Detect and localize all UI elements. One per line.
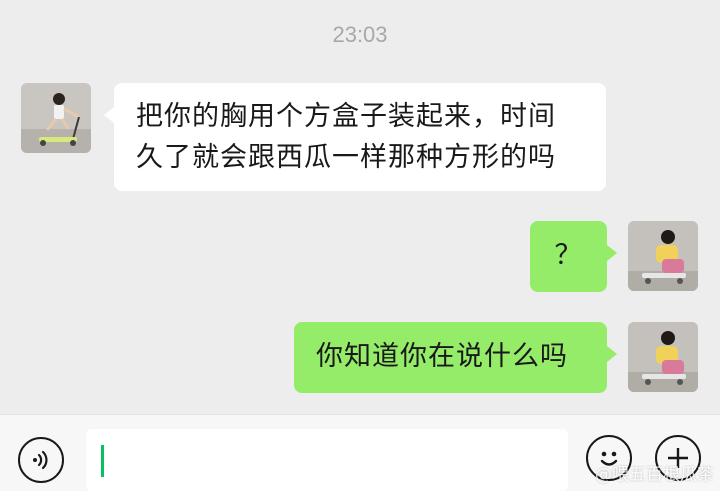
voice-icon bbox=[33, 450, 48, 470]
my-avatar-photo bbox=[628, 221, 698, 291]
contact-avatar[interactable] bbox=[21, 83, 91, 153]
message-text-line: 你知道你在说什么吗 bbox=[316, 341, 568, 372]
message-text-line: ？ bbox=[554, 240, 583, 271]
watermark: @喂五百根瓜茶 bbox=[595, 465, 714, 485]
sent-message-bubble[interactable]: ？ bbox=[530, 221, 617, 292]
contact-avatar-photo bbox=[21, 83, 91, 153]
sent-message-bubble[interactable]: 你知道你在说什么吗 bbox=[294, 322, 617, 393]
message-text-line: 久了就会跟西瓜一样那种方形的吗 bbox=[136, 142, 556, 173]
message-text-line: 把你的胸用个方盒子装起来，时间 bbox=[136, 101, 556, 132]
received-message-bubble[interactable]: 把你的胸用个方盒子装起来，时间 久了就会跟西瓜一样那种方形的吗 bbox=[104, 83, 606, 191]
my-avatar[interactable] bbox=[628, 322, 698, 392]
bubble-tail bbox=[607, 346, 617, 362]
voice-input-button[interactable] bbox=[18, 437, 64, 483]
bubble-tail bbox=[607, 245, 617, 261]
text-caret bbox=[101, 445, 104, 477]
message-timestamp: 23:03 bbox=[332, 22, 388, 47]
my-avatar-photo bbox=[628, 322, 698, 392]
bubble-tail bbox=[104, 107, 114, 123]
message-input[interactable] bbox=[86, 429, 568, 491]
my-avatar[interactable] bbox=[628, 221, 698, 291]
